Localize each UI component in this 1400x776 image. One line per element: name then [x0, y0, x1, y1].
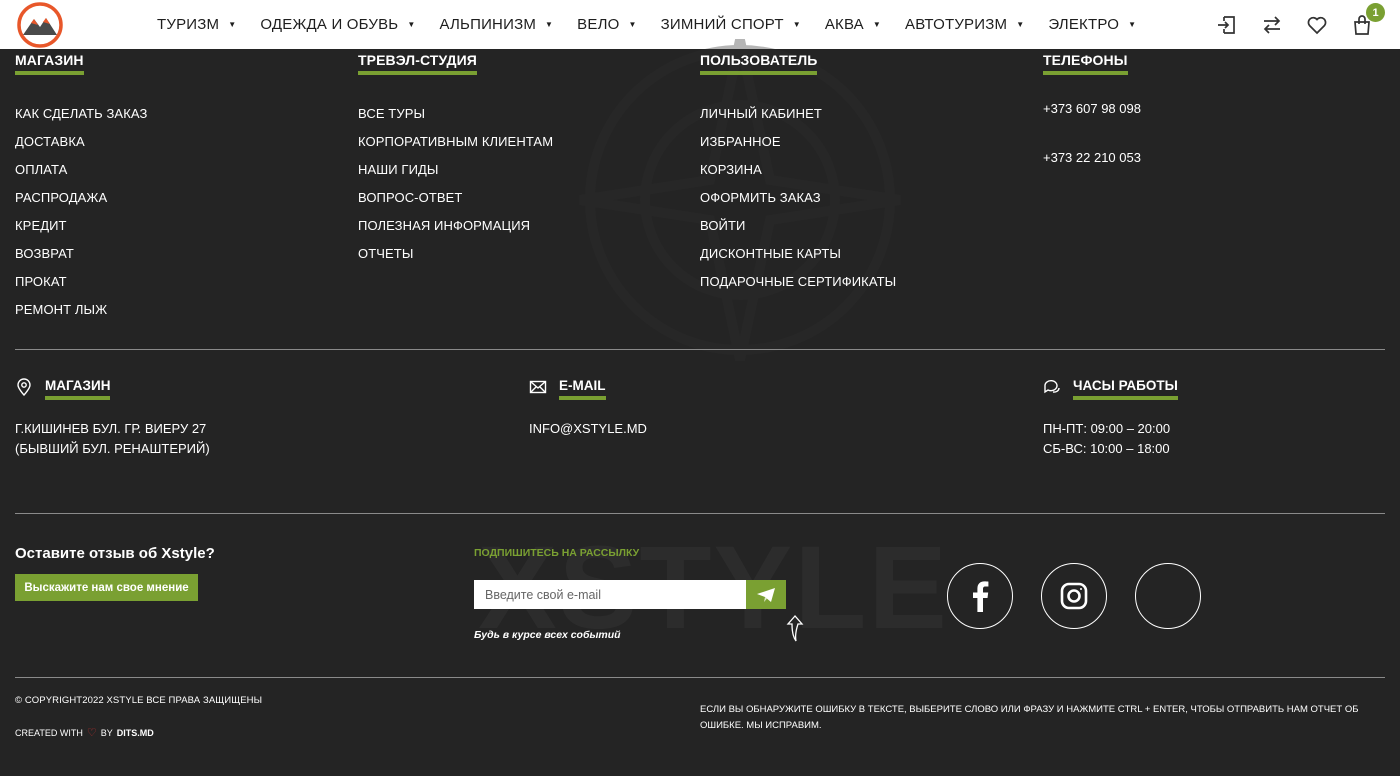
caret-down-icon: ▼ — [1128, 20, 1137, 29]
subscribe-send-button[interactable] — [746, 580, 786, 609]
footer-link[interactable]: ВОЗВРАТ — [15, 240, 147, 268]
subscribe-email-input[interactable] — [474, 580, 746, 609]
divider — [15, 677, 1385, 678]
footer-link[interactable]: ПОДАРОЧНЫЕ СЕРТИФИКАТЫ — [700, 268, 896, 296]
logo-icon[interactable] — [17, 2, 63, 48]
error-report-notice: ЕСЛИ ВЫ ОБНАРУЖИТЕ ОШИБКУ В ТЕКСТЕ, ВЫБЕ… — [700, 704, 1359, 731]
caret-down-icon: ▼ — [1016, 20, 1025, 29]
info-store: МАГАЗИН Г.КИШИНЕВ БУЛ. ГР. ВИЕРУ 27 (БЫВ… — [15, 378, 210, 459]
column-title: МАГАЗИН — [15, 52, 84, 75]
footer-link[interactable]: ПОЛЕЗНАЯ ИНФОРМАЦИЯ — [358, 212, 553, 240]
footer-link[interactable]: ОФОРМИТЬ ЗАКАЗ — [700, 184, 896, 212]
curved-arrow-icon — [786, 615, 804, 642]
cart-count-badge: 1 — [1366, 3, 1385, 22]
footer-link[interactable]: РАСПРОДАЖА — [15, 184, 147, 212]
nav-item-tourism[interactable]: ТУРИЗМ ▼ — [157, 16, 236, 33]
facebook-icon — [973, 581, 989, 612]
footer-link[interactable]: ЛИЧНЫЙ КАБИНЕТ — [700, 100, 896, 128]
heart-icon: ♡ — [86, 727, 97, 739]
caret-down-icon: ▼ — [228, 20, 237, 29]
review-button[interactable]: Выскажите нам свое мнение — [15, 574, 198, 601]
instagram-icon — [1060, 582, 1088, 610]
divider — [15, 349, 1385, 350]
footer-column-shop: МАГАЗИН КАК СДЕЛАТЬ ЗАКАЗ ДОСТАВКА ОПЛАТ… — [15, 52, 147, 324]
footer-link[interactable]: КАК СДЕЛАТЬ ЗАКАЗ — [15, 100, 147, 128]
wishlist-icon[interactable] — [1305, 13, 1329, 37]
envelope-icon — [529, 380, 547, 394]
subscribe-label: ПОДПИШИТЕСЬ НА РАССЫЛКУ — [474, 547, 640, 559]
location-pin-icon — [17, 378, 31, 396]
footer-link[interactable]: ДИСКОНТНЫЕ КАРТЫ — [700, 240, 896, 268]
store-address-line: (БЫВШИЙ БУЛ. РЕНАШТЕРИЙ) — [15, 441, 210, 456]
dits-link[interactable]: DITS.MD — [117, 728, 154, 738]
info-title: МАГАЗИН — [45, 378, 111, 400]
footer-column-user: ПОЛЬЗОВАТЕЛЬ ЛИЧНЫЙ КАБИНЕТ ИЗБРАННОЕ КО… — [700, 52, 896, 296]
footer-link[interactable]: КРЕДИТ — [15, 212, 147, 240]
info-email: E-MAIL INFO@XSTYLE.MD — [529, 378, 647, 439]
facebook-button[interactable] — [947, 563, 1013, 629]
footer-link[interactable]: КОРЗИНА — [700, 156, 896, 184]
footer-link[interactable]: ВОЙТИ — [700, 212, 896, 240]
footer-link[interactable]: ВСЕ ТУРЫ — [358, 100, 553, 128]
footer-link[interactable]: ОТЧЕТЫ — [358, 240, 553, 268]
phone-link[interactable]: +373 22 210 053 — [1043, 150, 1141, 165]
column-title: ТЕЛЕФОНЫ — [1043, 52, 1128, 75]
footer-column-travel: ТРЕВЭЛ-СТУДИЯ ВСЕ ТУРЫ КОРПОРАТИВНЫМ КЛИ… — [358, 52, 553, 268]
phone-link[interactable]: +373 607 98 098 — [1043, 101, 1141, 116]
nav-item-electro[interactable]: ЭЛЕКТРО ▼ — [1048, 16, 1136, 33]
copyright-text: © COPYRIGHT2022 XSTYLE ВСЕ ПРАВА ЗАЩИЩЕН… — [15, 695, 263, 706]
divider — [15, 513, 1385, 514]
info-title: E-MAIL — [559, 378, 606, 400]
info-hours: ЧАСЫ РАБОТЫ ПН-ПТ: 09:00 – 20:00 СБ-ВС: … — [1043, 378, 1178, 459]
hours-line: СБ-ВС: 10:00 – 18:00 — [1043, 441, 1170, 456]
info-title: ЧАСЫ РАБОТЫ — [1073, 378, 1178, 400]
compare-icon[interactable] — [1260, 13, 1284, 37]
login-icon[interactable] — [1215, 13, 1239, 37]
store-address-line: Г.КИШИНЕВ БУЛ. ГР. ВИЕРУ 27 — [15, 421, 207, 436]
paper-plane-icon — [757, 587, 775, 602]
nav-item-clothing[interactable]: ОДЕЖДА И ОБУВЬ ▼ — [260, 16, 415, 33]
footer-link[interactable]: КОРПОРАТИВНЫМ КЛИЕНТАМ — [358, 128, 553, 156]
chat-bubbles-icon — [1044, 379, 1060, 394]
footer-link[interactable]: ПРОКАТ — [15, 268, 147, 296]
footer-column-phones: ТЕЛЕФОНЫ +373 607 98 098 +373 22 210 053 — [1043, 52, 1243, 192]
footer-link[interactable]: ВОПРОС-ОТВЕТ — [358, 184, 553, 212]
column-title: ПОЛЬЗОВАТЕЛЬ — [700, 52, 818, 75]
created-with: CREATED WITH ♡ BY DITS.MD — [15, 727, 154, 739]
footer-link[interactable]: ИЗБРАННОЕ — [700, 128, 896, 156]
subscribe-note: Будь в курсе всех событий — [474, 629, 621, 641]
social-button-empty[interactable] — [1135, 563, 1201, 629]
column-title: ТРЕВЭЛ-СТУДИЯ — [358, 52, 477, 75]
email-link[interactable]: INFO@XSTYLE.MD — [529, 419, 647, 439]
footer-link[interactable]: ОПЛАТА — [15, 156, 147, 184]
instagram-button[interactable] — [1041, 563, 1107, 629]
hours-line: ПН-ПТ: 09:00 – 20:00 — [1043, 421, 1171, 436]
review-title: Оставите отзыв об Xstyle? — [15, 545, 215, 562]
footer-link[interactable]: НАШИ ГИДЫ — [358, 156, 553, 184]
footer-link[interactable]: РЕМОНТ ЛЫЖ — [15, 296, 147, 324]
caret-down-icon: ▼ — [407, 20, 416, 29]
footer-link[interactable]: ДОСТАВКА — [15, 128, 147, 156]
